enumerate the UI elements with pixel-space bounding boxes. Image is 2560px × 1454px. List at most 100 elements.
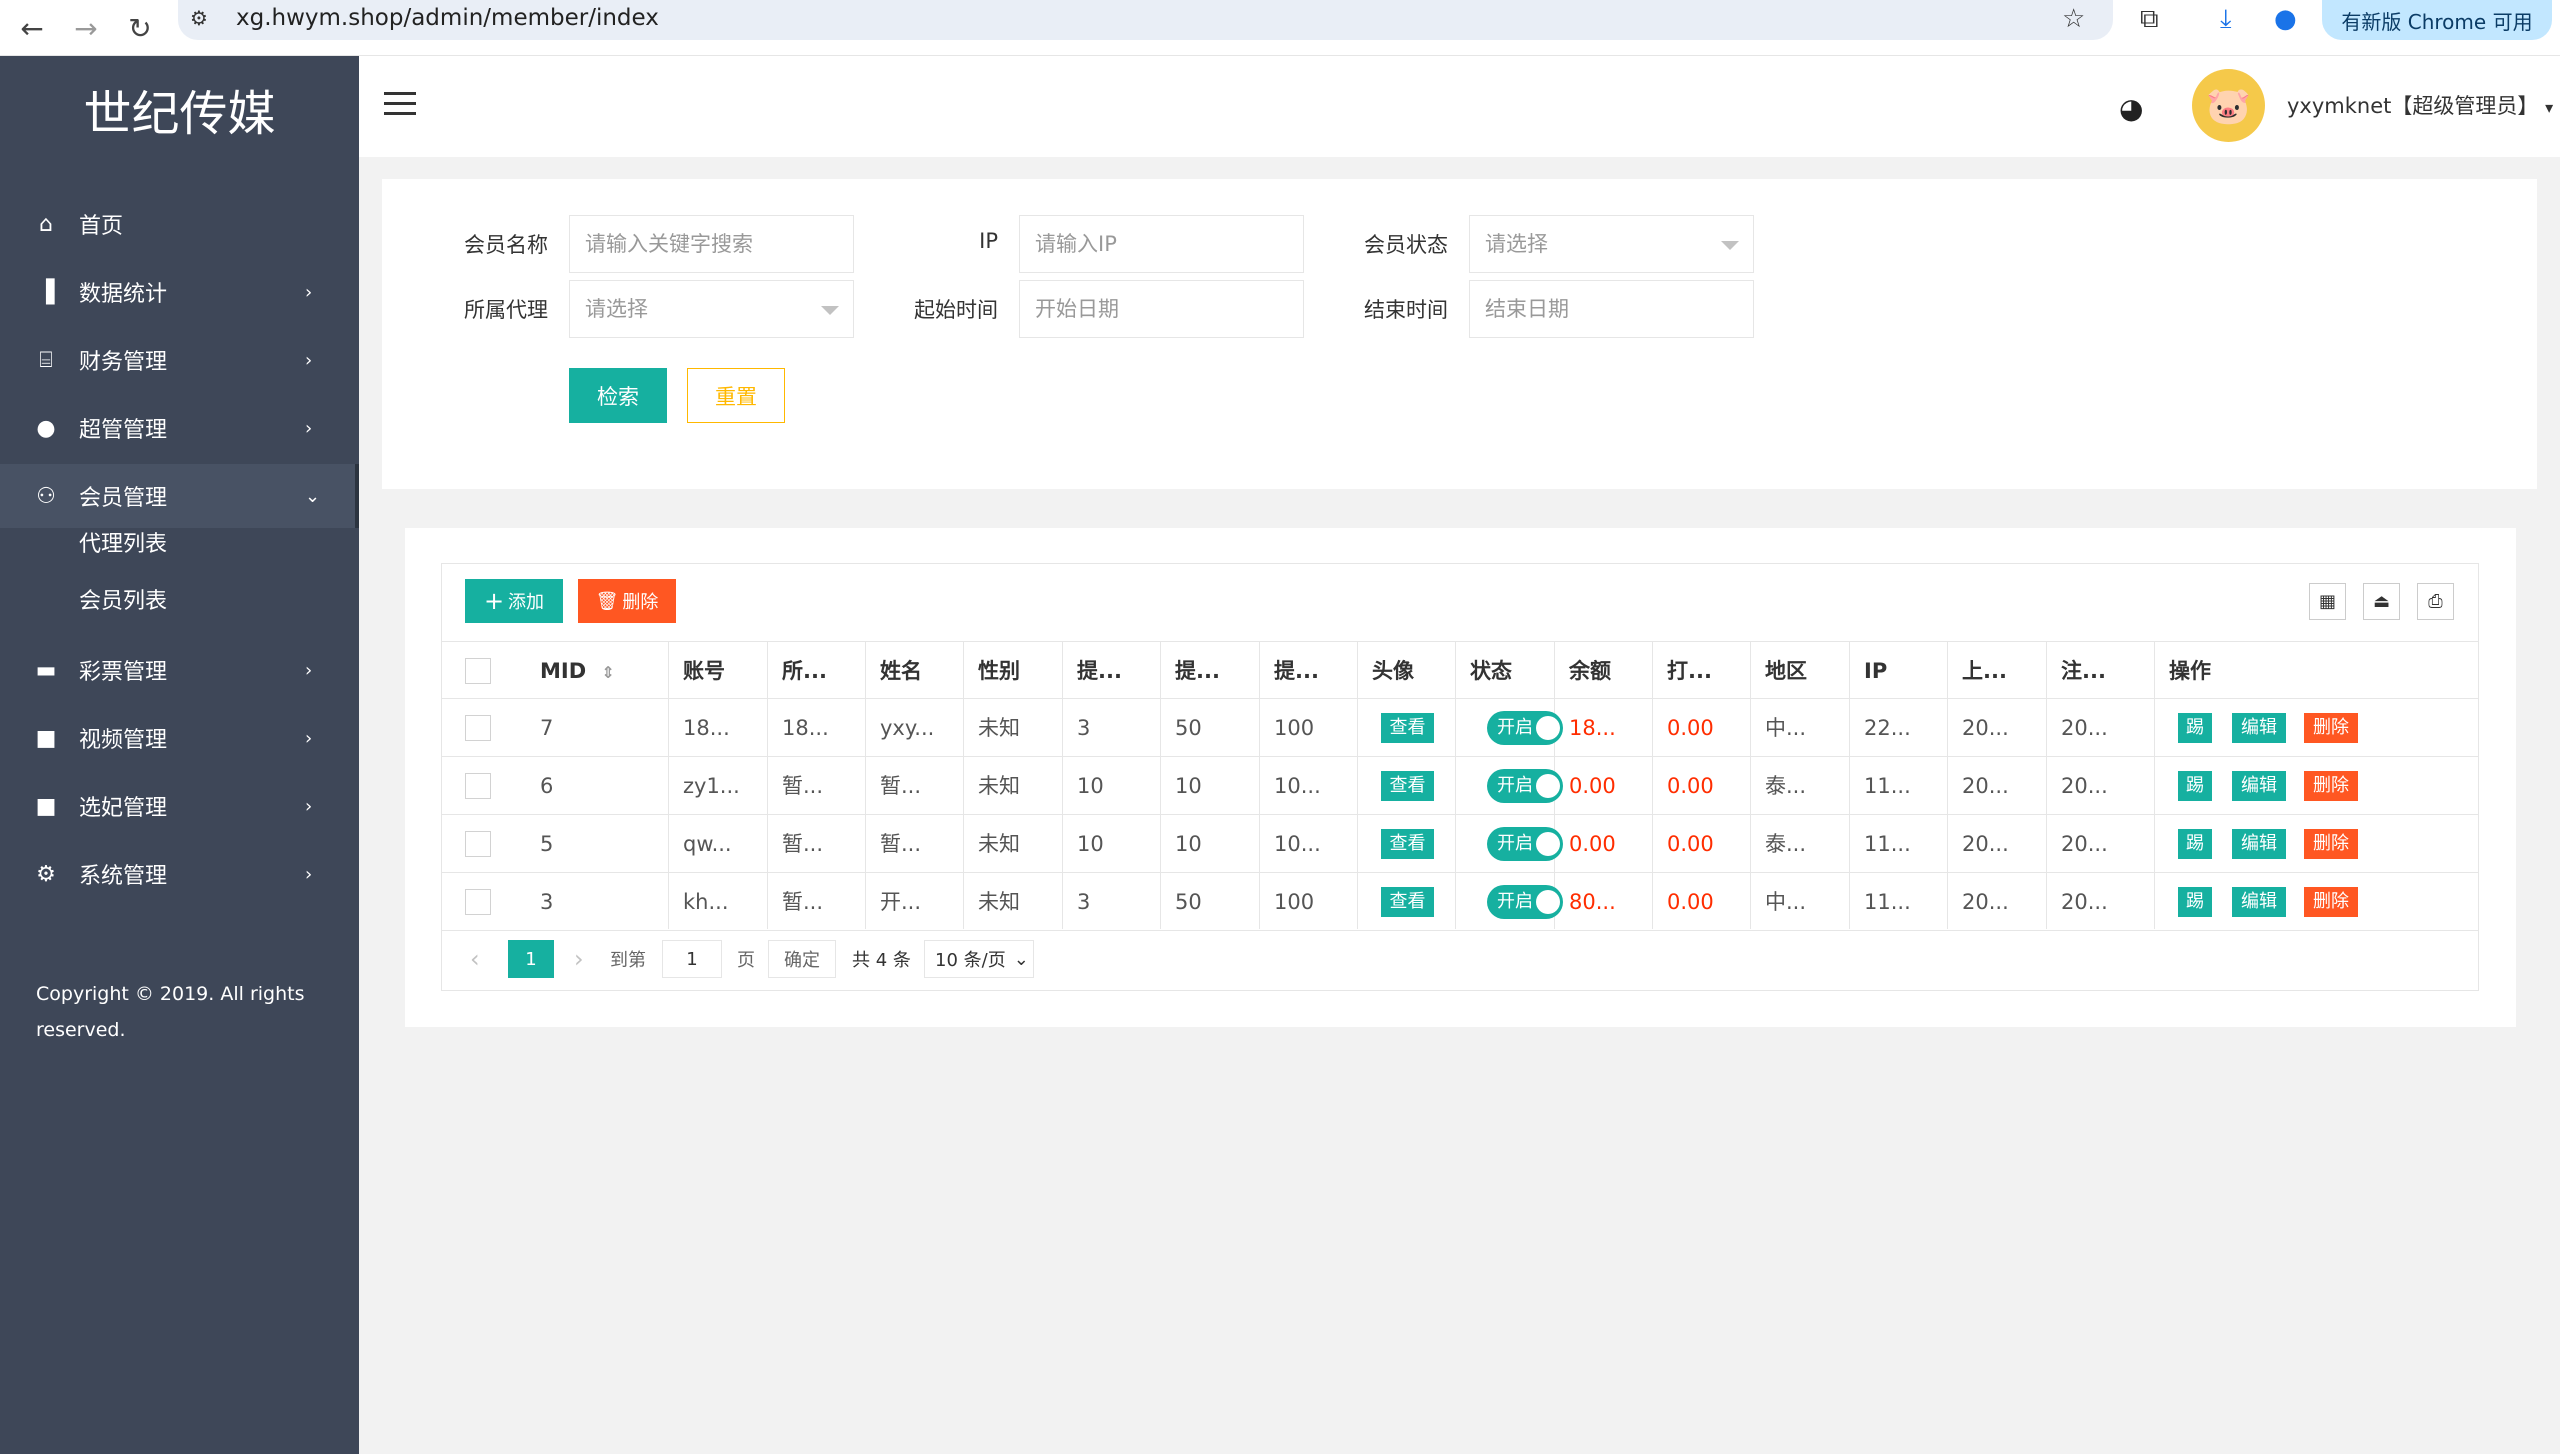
forward-icon[interactable]: → (66, 8, 106, 48)
page-size-select[interactable]: 10 条/页 ⌄ (924, 940, 1034, 978)
prev-page-icon[interactable]: ‹ (470, 939, 480, 979)
sidebar-item-members[interactable]: ⚇ 会员管理 ⌄ (0, 464, 359, 528)
profile-icon[interactable]: ● (2274, 4, 2297, 34)
status-toggle[interactable]: 开启 (1487, 827, 1563, 861)
delete-button[interactable]: 删除 (2304, 771, 2358, 801)
sidebar-item-home[interactable]: ⌂ 首页 (0, 192, 359, 256)
address-bar[interactable]: ⚙ xg.hwym.shop/admin/member/index ☆ (178, 0, 2113, 40)
agent-select[interactable]: 请选择 (569, 280, 854, 338)
user-menu[interactable]: yxymknet【超级管理员】 ▾ (2287, 90, 2553, 120)
goto-confirm-button[interactable]: 确定 (768, 940, 836, 978)
page-current[interactable]: 1 (508, 940, 554, 978)
column-header-balance[interactable]: 余额 (1554, 642, 1652, 700)
sidebar-item-lottery[interactable]: ▬ 彩票管理 › (0, 638, 359, 702)
cell-mid: 5 (540, 832, 554, 856)
column-header-account[interactable]: 账号 (668, 642, 766, 700)
bulk-delete-button[interactable]: 🗑 删除 (578, 579, 676, 623)
kick-button[interactable]: 踢 (2178, 713, 2212, 743)
status-toggle-label: 开启 (1497, 833, 1533, 854)
view-avatar-button[interactable]: 查看 (1381, 887, 1434, 917)
row-checkbox[interactable] (465, 773, 491, 799)
kick-button[interactable]: 踢 (2178, 887, 2212, 917)
column-header-last[interactable]: 上... (1947, 642, 2045, 700)
cell-c6: 50 (1175, 890, 1202, 914)
cell-ip: 11... (1864, 774, 1911, 798)
ip-input[interactable]: 请输入IP (1019, 215, 1304, 273)
submenu-item-members[interactable]: 会员列表 (79, 583, 167, 615)
print-icon[interactable]: ⎙ (2417, 583, 2454, 620)
sort-icon[interactable]: ⇕ (601, 663, 614, 682)
reload-icon[interactable]: ↻ (120, 8, 160, 48)
column-header-status[interactable]: 状态 (1455, 642, 1553, 700)
row-checkbox[interactable] (465, 715, 491, 741)
reset-button[interactable]: 重置 (687, 368, 785, 423)
extensions-icon[interactable]: ⧉ (2140, 4, 2159, 35)
cell-c7: 100 (1274, 890, 1315, 914)
cell-last: 20... (1962, 774, 2009, 798)
sidebar-item-admins[interactable]: ● 超管管理 › (0, 396, 359, 460)
copyright: Copyright © 2019. All rights reserved. (36, 983, 305, 1041)
sidebar-item-statistics[interactable]: ▐ 数据统计 › (0, 260, 359, 324)
submenu-item-agents[interactable]: 代理列表 (79, 526, 167, 558)
column-header-bet[interactable]: 打... (1652, 642, 1750, 700)
column-header-mid[interactable]: MID ⇕ (525, 642, 665, 700)
column-header-reg[interactable]: 注... (2046, 642, 2144, 700)
palette-icon[interactable]: ◕ (2119, 92, 2143, 125)
bookmark-star-icon[interactable]: ☆ (2062, 4, 2085, 34)
url-text[interactable]: xg.hwym.shop/admin/member/index (236, 5, 659, 31)
delete-button[interactable]: 删除 (2304, 829, 2358, 859)
cell-account: qw... (683, 832, 732, 856)
menu-toggle-icon[interactable] (384, 92, 416, 116)
select-all-checkbox[interactable] (465, 658, 491, 684)
edit-button[interactable]: 编辑 (2232, 713, 2286, 743)
row-checkbox[interactable] (465, 831, 491, 857)
export-icon[interactable]: ⏏ (2363, 583, 2400, 620)
view-avatar-button[interactable]: 查看 (1381, 771, 1434, 801)
download-icon[interactable]: ⤓ (2220, 4, 2232, 35)
sidebar-item-system[interactable]: ⚙ 系统管理 › (0, 842, 359, 906)
search-button[interactable]: 检索 (569, 368, 667, 423)
goto-page-input[interactable]: 1 (662, 940, 722, 978)
cell-c5: 10 (1077, 832, 1104, 856)
add-button[interactable]: + 添加 (465, 579, 563, 623)
sidebar-item-finance[interactable]: ⌸ 财务管理 › (0, 328, 359, 392)
column-header-c7[interactable]: 提... (1259, 642, 1357, 700)
kick-button[interactable]: 踢 (2178, 829, 2212, 859)
status-toggle-label: 开启 (1497, 891, 1533, 912)
kick-button[interactable]: 踢 (2178, 771, 2212, 801)
next-page-icon[interactable]: › (574, 939, 584, 979)
column-header-avatar[interactable]: 头像 (1357, 642, 1455, 700)
column-header-ip[interactable]: IP (1849, 642, 1947, 700)
column-header-c5[interactable]: 提... (1062, 642, 1160, 700)
avatar[interactable]: 🐷 (2192, 69, 2265, 142)
row-checkbox[interactable] (465, 889, 491, 915)
status-toggle[interactable]: 开启 (1487, 885, 1563, 919)
delete-button[interactable]: 删除 (2304, 887, 2358, 917)
cell-gender: 未知 (978, 890, 1020, 914)
cell-ip: 11... (1864, 890, 1911, 914)
column-header-c6[interactable]: 提... (1160, 642, 1258, 700)
edit-button[interactable]: 编辑 (2232, 887, 2286, 917)
view-avatar-button[interactable]: 查看 (1381, 713, 1434, 743)
start-date-input[interactable]: 开始日期 (1019, 280, 1304, 338)
status-toggle[interactable]: 开启 (1487, 769, 1563, 803)
delete-button[interactable]: 删除 (2304, 713, 2358, 743)
edit-button[interactable]: 编辑 (2232, 829, 2286, 859)
column-header-name[interactable]: 姓名 (865, 642, 963, 700)
status-select[interactable]: 请选择 (1469, 215, 1754, 273)
site-settings-icon[interactable]: ⚙ (190, 6, 220, 34)
cell-last: 20... (1962, 890, 2009, 914)
column-header-gender[interactable]: 性别 (963, 642, 1061, 700)
view-avatar-button[interactable]: 查看 (1381, 829, 1434, 859)
end-date-input[interactable]: 结束日期 (1469, 280, 1754, 338)
chrome-update-button[interactable]: 有新版 Chrome 可用 (2322, 0, 2552, 40)
back-icon[interactable]: ← (12, 8, 52, 48)
sidebar-item-selection[interactable]: ■ 选妃管理 › (0, 774, 359, 838)
columns-filter-icon[interactable]: ▦ (2309, 583, 2346, 620)
sidebar-item-videos[interactable]: ■ 视频管理 › (0, 706, 359, 770)
column-header-agent[interactable]: 所... (767, 642, 865, 700)
column-header-region[interactable]: 地区 (1750, 642, 1848, 700)
edit-button[interactable]: 编辑 (2232, 771, 2286, 801)
member-name-input[interactable]: 请输入关键字搜索 (569, 215, 854, 273)
status-toggle[interactable]: 开启 (1487, 711, 1563, 745)
